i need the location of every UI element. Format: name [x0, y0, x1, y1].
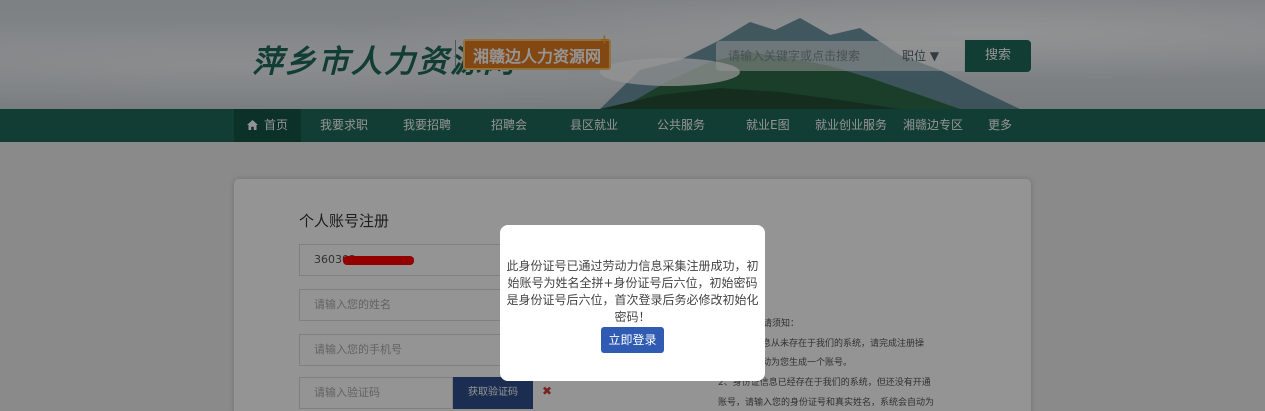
login-now-button[interactable]: 立即登录 — [601, 327, 664, 353]
dialog-message: 此身份证号已通过劳动力信息采集注册成功，初始账号为姓名全拼+身份证号后六位，初始… — [506, 259, 759, 324]
info-dialog: 此身份证号已通过劳动力信息采集注册成功，初始账号为姓名全拼+身份证号后六位，初始… — [500, 225, 765, 381]
